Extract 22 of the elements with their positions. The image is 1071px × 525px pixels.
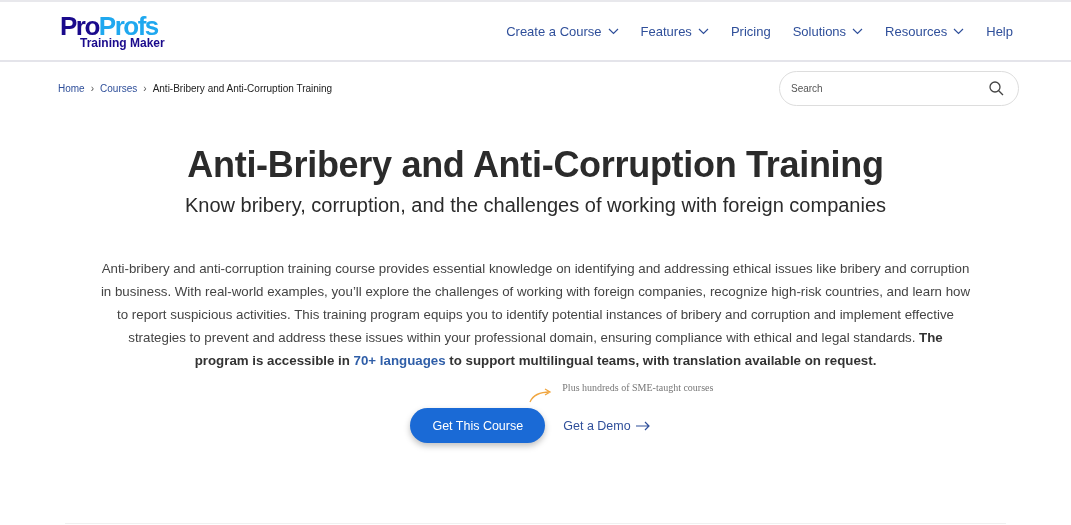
get-course-button[interactable]: Get This Course <box>410 408 546 443</box>
page-subtitle: Know bribery, corruption, and the challenges of working with foreign companies <box>184 194 887 217</box>
breadcrumb-separator: › <box>143 83 147 94</box>
breadcrumb-link[interactable]: Home <box>58 83 85 94</box>
page-title: Anti-Bribery and Anti-Corruption Training <box>187 144 884 186</box>
breadcrumb-current: Anti-Bribery and Anti-Corruption Training <box>152 83 333 94</box>
arrow-right-icon <box>635 420 651 431</box>
proprofs-logo[interactable]: ProProfs Training Maker <box>60 13 165 49</box>
search-field[interactable]: Search <box>779 71 1019 106</box>
nav-link[interactable]: Help <box>986 23 1013 39</box>
languages-link[interactable]: 70+ languages <box>353 353 446 368</box>
promo-note: Plus hundreds of SME-taught courses <box>562 382 714 393</box>
breadcrumb-separator: › <box>90 83 95 94</box>
nav-link[interactable]: Features <box>640 23 709 39</box>
course-description: Anti-bribery and anti-corruption training course provides essential knowledge on identifying and addressing ethical issues like bribery and corruption in business. With real-world examples, you’ll explore the challenges of working with foreign companies, recognize high-risk countries, and learn how to report suspicious activities. This training program equips you to identify potential instances of bribery and corruption and implement effective strategies to prevent and address these issues within your professional domain, ensuring compliance with ethical and legal standards. The program is accessible in 70+ languages to support multilingual teams, with translation available on request. <box>100 260 971 370</box>
search-icon[interactable] <box>989 81 1004 96</box>
demo-link[interactable]: Get a Demo <box>563 418 651 433</box>
nav-link[interactable]: Create a Course <box>506 23 619 39</box>
breadcrumb-link[interactable]: Courses <box>100 83 138 94</box>
nav-link[interactable]: Resources <box>885 23 965 39</box>
nav-link[interactable]: Pricing <box>730 23 771 39</box>
nav-link[interactable]: Solutions <box>792 23 864 39</box>
